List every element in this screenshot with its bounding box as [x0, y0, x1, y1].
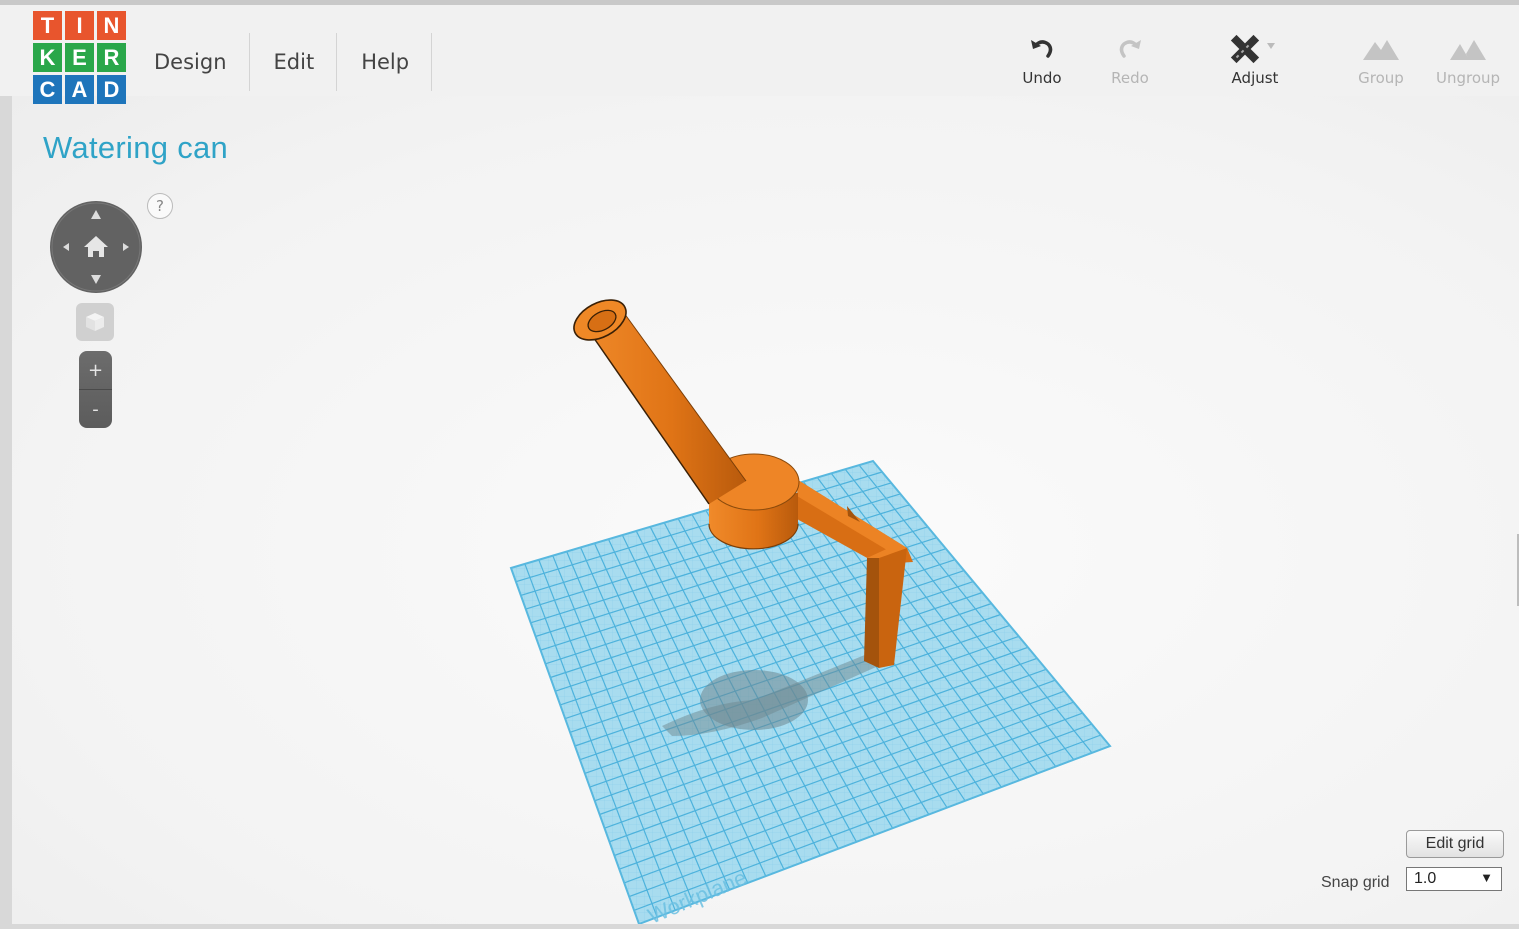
logo-letter: E	[65, 43, 94, 72]
logo-letter: I	[65, 11, 94, 40]
undo-label: Undo	[1022, 69, 1062, 87]
snap-grid-label: Snap grid	[1321, 874, 1390, 891]
menu-help[interactable]: Help	[337, 33, 433, 91]
3d-workspace[interactable]: Watering can ? + - Workplane Edit grid S…	[12, 96, 1519, 924]
adjust-label: Adjust	[1231, 69, 1279, 87]
group-icon	[1336, 29, 1426, 69]
logo-letter: C	[33, 75, 62, 104]
3d-scene[interactable]: Workplane	[12, 96, 1519, 924]
group-label: Group	[1358, 69, 1404, 87]
ungroup-icon	[1423, 29, 1513, 69]
logo-letter: K	[33, 43, 62, 72]
menu-design[interactable]: Design	[130, 33, 250, 91]
dropdown-arrow-icon: ▼	[1480, 870, 1493, 885]
logo-letter: T	[33, 11, 62, 40]
edit-grid-button[interactable]: Edit grid	[1406, 830, 1504, 858]
redo-button[interactable]: Redo	[1085, 29, 1175, 87]
logo-letter: A	[65, 75, 94, 104]
tinkercad-logo[interactable]: T I N K E R C A D	[33, 11, 126, 104]
main-menu: Design Edit Help	[130, 33, 433, 91]
ungroup-label: Ungroup	[1435, 69, 1501, 87]
adjust-icon	[1210, 29, 1300, 69]
undo-icon	[997, 29, 1087, 69]
top-toolbar: Design Edit Help Undo Redo Adjust Group …	[0, 0, 1519, 96]
redo-icon	[1085, 29, 1175, 69]
logo-letter: R	[97, 43, 126, 72]
logo-letter: D	[97, 75, 126, 104]
group-button[interactable]: Group	[1336, 29, 1426, 87]
logo-letter: N	[97, 11, 126, 40]
snap-grid-select[interactable]: 1.0 ▼	[1406, 867, 1502, 891]
menu-edit[interactable]: Edit	[250, 33, 338, 91]
undo-button[interactable]: Undo	[997, 29, 1087, 87]
ungroup-button[interactable]: Ungroup	[1423, 29, 1513, 87]
snap-grid-value: 1.0	[1414, 870, 1437, 887]
redo-label: Redo	[1111, 69, 1149, 87]
adjust-button[interactable]: Adjust	[1210, 29, 1300, 87]
